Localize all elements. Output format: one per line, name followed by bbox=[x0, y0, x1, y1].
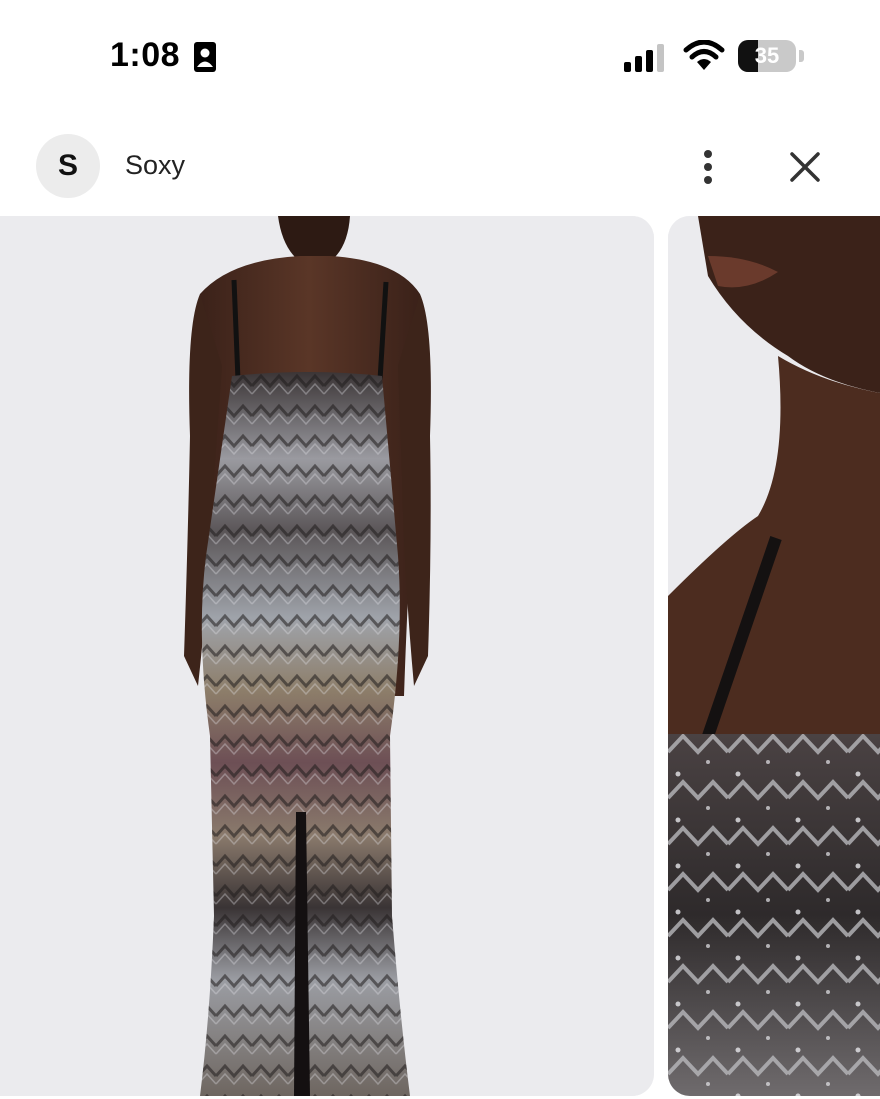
image-carousel[interactable] bbox=[0, 216, 880, 1099]
more-vertical-icon bbox=[704, 150, 712, 158]
product-image-neckline-closeup[interactable] bbox=[668, 216, 880, 1096]
battery-tip bbox=[799, 50, 804, 62]
cellular-signal-icon bbox=[624, 44, 664, 72]
status-time: 1:08 bbox=[110, 36, 181, 74]
battery-level: 35 bbox=[754, 43, 780, 68]
wifi-icon bbox=[683, 40, 725, 70]
site-avatar[interactable]: S bbox=[36, 134, 100, 198]
viewer-header: S Soxy bbox=[0, 130, 880, 204]
contact-card-icon bbox=[194, 42, 216, 72]
dress-back-view-image bbox=[0, 216, 654, 1096]
product-image-back-view[interactable] bbox=[0, 216, 654, 1096]
close-icon bbox=[790, 152, 820, 182]
avatar-letter: S bbox=[57, 149, 78, 182]
status-bar: 1:08 35 bbox=[0, 0, 880, 110]
battery-indicator: 35 bbox=[738, 40, 796, 72]
close-button[interactable] bbox=[784, 146, 826, 188]
site-name[interactable]: Soxy bbox=[125, 150, 185, 181]
more-options-button[interactable] bbox=[688, 142, 728, 192]
dress-neckline-closeup-image bbox=[668, 216, 880, 1096]
